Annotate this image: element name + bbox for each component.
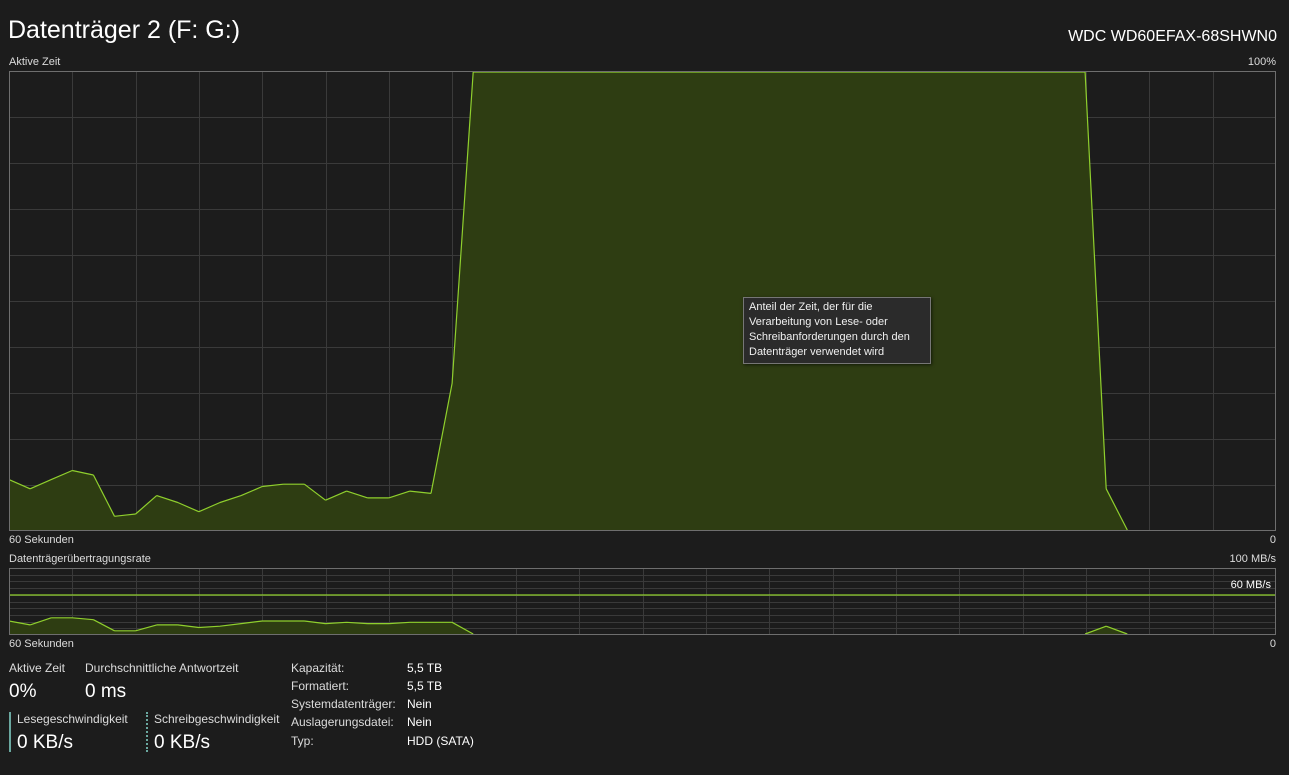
transfer-rate-ref-label: 60 MB/s [1230,579,1271,591]
stat-active-time-label: Aktive Zeit [9,661,66,675]
transfer-rate-min-label: 0 [1269,638,1276,650]
prop-pagefile-value: Nein [407,715,432,729]
active-time-graph-label: Aktive Zeit [9,56,61,68]
stat-avg-response-value: 0 ms [85,681,127,702]
disk-model: WDC WD60EFAX-68SHWN0 [1068,28,1277,45]
transfer-rate-graph-label: Datenträgerübertragungsrate [9,553,151,565]
write-speed-indicator [146,712,148,752]
read-speed-indicator [9,712,11,752]
active-time-chart [9,71,1276,531]
prop-type-label: Typ: [291,734,314,748]
prop-capacity-value: 5,5 TB [407,661,443,675]
stat-read-speed-label: Lesegeschwindigkeit [17,712,128,726]
prop-formatted-label: Formatiert: [291,679,350,693]
active-time-tooltip: Anteil der Zeit, der für die Verarbeitun… [743,297,931,364]
transfer-rate-chart [9,568,1276,635]
active-time-graph[interactable] [9,71,1276,531]
stat-write-speed-label: Schreibgeschwindigkeit [154,712,280,726]
active-time-min-label: 0 [1269,534,1276,546]
transfer-rate-duration-label: 60 Sekunden [9,638,74,650]
stat-active-time-value: 0% [9,681,37,702]
active-time-max-label: 100% [1247,56,1276,68]
prop-system-disk-label: Systemdatenträger: [291,697,396,711]
active-time-duration-label: 60 Sekunden [9,534,74,546]
disk-title: Datenträger 2 (F: G:) [8,16,241,44]
stat-write-speed-value: 0 KB/s [154,732,210,753]
stat-avg-response-label: Durchschnittliche Antwortzeit [85,661,239,675]
prop-capacity-label: Kapazität: [291,661,345,675]
prop-pagefile-label: Auslagerungsdatei: [291,715,394,729]
stat-read-speed-value: 0 KB/s [17,732,73,753]
prop-formatted-value: 5,5 TB [407,679,443,693]
prop-system-disk-value: Nein [407,697,432,711]
prop-type-value: HDD (SATA) [407,734,474,748]
transfer-rate-graph[interactable] [9,568,1276,635]
transfer-rate-max-label: 100 MB/s [1229,553,1276,565]
